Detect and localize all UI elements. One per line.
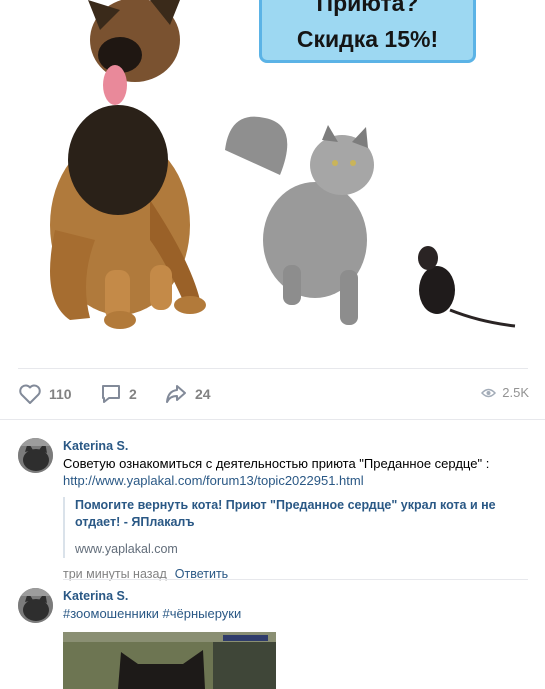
avatar[interactable] [18, 588, 53, 623]
comment-hashtags[interactable]: #зоомошенники #чёрныеруки [63, 605, 528, 622]
like-count: 110 [49, 386, 72, 402]
link-snippet[interactable]: Помогите вернуть кота! Приют "Преданное … [63, 497, 528, 558]
share-count: 24 [195, 386, 211, 402]
dog-image [50, 0, 206, 329]
rat-image [418, 246, 516, 328]
like-button[interactable]: 110 [18, 382, 72, 406]
comment-button[interactable]: 2 [100, 382, 137, 406]
post-actions: 110 2 24 2.5K [0, 369, 545, 419]
comment-meta: три минуты назад Ответить [63, 566, 528, 583]
comment-count: 2 [129, 386, 137, 402]
avatar[interactable] [18, 438, 53, 473]
comment-photo[interactable] [63, 632, 276, 689]
cat-avatar-icon [18, 588, 53, 623]
share-button[interactable]: 24 [164, 382, 211, 406]
comment-author[interactable]: Katerina S. [63, 588, 528, 605]
post-image[interactable]: Приюта? Скидка 15%! [0, 0, 545, 368]
divider [63, 579, 528, 580]
eye-icon [481, 388, 497, 397]
comment-author[interactable]: Katerina S. [63, 438, 528, 455]
snippet-title[interactable]: Помогите вернуть кота! Приют "Преданное … [75, 497, 528, 531]
snippet-domain: www.yaplakal.com [75, 542, 178, 556]
share-icon [166, 385, 186, 403]
cat-photo [63, 632, 276, 689]
cat-avatar-icon [18, 438, 53, 473]
cat-image [225, 116, 374, 325]
promo-line-1: Приюта? [316, 0, 419, 16]
promo-line-2: Скидка 15%! [296, 26, 439, 52]
views-counter: 2.5K [481, 385, 529, 400]
views-count: 2.5K [502, 385, 529, 400]
comment: Katerina S. #зоомошенники #чёрныеруки [18, 588, 528, 628]
divider [0, 419, 545, 420]
promo-banner: Приюта? Скидка 15%! [259, 0, 476, 63]
comment: Katerina S. Советую ознакомиться с деяте… [18, 438, 528, 581]
comment-text: Советую ознакомиться с деятельностью при… [63, 456, 490, 471]
comment-icon [102, 385, 120, 403]
comment-link[interactable]: http://www.yaplakal.com/forum13/topic202… [63, 472, 528, 489]
heart-icon [19, 384, 41, 404]
